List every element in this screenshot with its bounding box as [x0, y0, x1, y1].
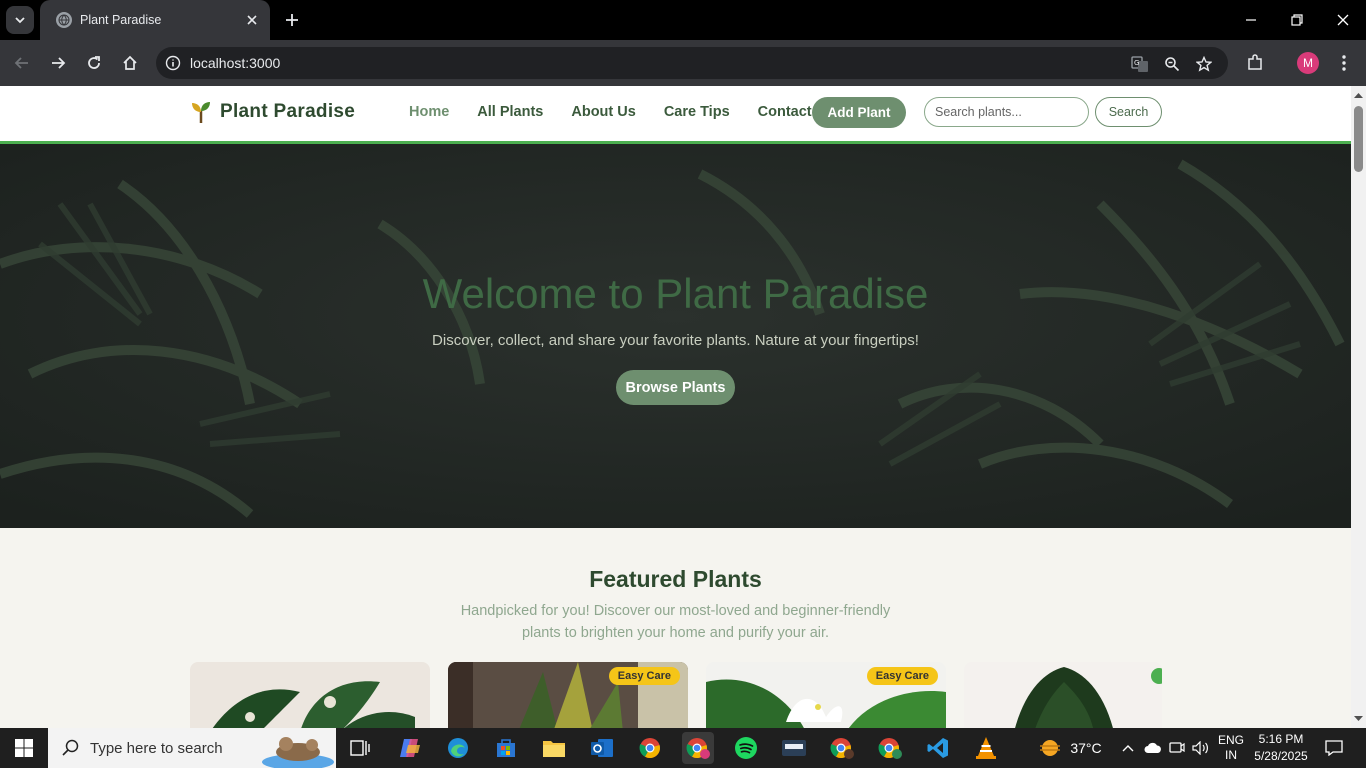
add-plant-button[interactable]: Add Plant — [812, 97, 906, 128]
volume-icon[interactable] — [1190, 728, 1212, 768]
close-tab-icon[interactable] — [244, 12, 260, 28]
spotify-icon[interactable] — [730, 732, 762, 764]
taskbar-search-placeholder: Type here to search — [90, 739, 223, 757]
search-icon — [62, 739, 79, 756]
plant-card[interactable] — [964, 662, 1162, 728]
nav-home[interactable]: Home — [409, 104, 449, 120]
onedrive-cloud-icon[interactable] — [1142, 728, 1164, 768]
bookmark-star-icon[interactable] — [1193, 53, 1215, 75]
hero-section: Welcome to Plant Paradise Discover, coll… — [0, 144, 1351, 528]
browser-toolbar: localhost:3000 G — [0, 40, 1366, 86]
brand-name: Plant Paradise — [220, 101, 356, 122]
search-input[interactable] — [924, 97, 1089, 127]
site-info-icon[interactable] — [156, 55, 190, 71]
sprout-icon — [192, 102, 210, 123]
outlook-icon[interactable] — [586, 732, 618, 764]
search-button[interactable]: Search — [1095, 97, 1162, 127]
page-viewport: Plant Paradise Home All Plants About Us … — [0, 86, 1351, 728]
tab-search-dropdown-icon[interactable] — [6, 6, 34, 34]
easy-care-badge: Easy Care — [866, 667, 938, 685]
back-icon[interactable] — [8, 49, 36, 77]
minimize-icon[interactable] — [1228, 0, 1274, 40]
plant-card[interactable]: Easy Care — [706, 662, 946, 728]
input-language[interactable]: ENG IN — [1214, 728, 1248, 768]
weather-temp: 37°C — [1070, 740, 1102, 756]
plant-image — [1015, 667, 1162, 728]
weather-widget[interactable]: 37°C — [1034, 728, 1106, 768]
meet-now-icon[interactable] — [1166, 728, 1188, 768]
nav-all-plants[interactable]: All Plants — [477, 104, 543, 120]
edge-icon[interactable] — [442, 732, 474, 764]
forward-icon[interactable] — [44, 49, 72, 77]
chrome-profile-green-icon[interactable] — [874, 732, 906, 764]
main-nav: Home All Plants About Us Care Tips Conta… — [409, 104, 840, 120]
close-window-icon[interactable] — [1320, 0, 1366, 40]
windows-start-icon[interactable] — [0, 728, 48, 768]
extensions-icon[interactable] — [1243, 51, 1267, 75]
clock-time: 5:16 PM — [1258, 732, 1304, 746]
weather-sun-haze-icon — [1040, 740, 1061, 756]
scroll-up-icon[interactable] — [1354, 91, 1363, 100]
home-icon[interactable] — [116, 49, 144, 77]
reload-icon[interactable] — [80, 49, 108, 77]
plant-card[interactable] — [190, 662, 430, 728]
browser-tab[interactable]: Plant Paradise — [40, 0, 270, 40]
hero-title: Welcome to Plant Paradise — [422, 270, 929, 317]
featured-subtitle: Handpicked for you! Discover our most-lo… — [460, 603, 891, 641]
taskbar-clock[interactable]: 5:16 PM 5/28/2025 — [1250, 731, 1312, 765]
copilot-icon[interactable] — [394, 732, 426, 764]
vscode-icon[interactable] — [922, 732, 954, 764]
browse-plants-button[interactable]: Browse Plants — [616, 370, 735, 405]
clock-date: 5/28/2025 — [1254, 749, 1308, 763]
restore-icon[interactable] — [1274, 0, 1320, 40]
page-scrollbar[interactable] — [1351, 86, 1366, 728]
taskbar-search-box[interactable]: Type here to search — [48, 728, 336, 768]
nav-contact[interactable]: Contact — [758, 104, 812, 120]
chrome-profile-icon[interactable] — [826, 732, 858, 764]
site-logo[interactable]: Plant Paradise — [190, 100, 355, 124]
translate-icon[interactable]: G — [1129, 53, 1151, 75]
tab-title: Plant Paradise — [80, 13, 162, 27]
plant-image — [212, 681, 415, 728]
language-code: ENG — [1217, 733, 1244, 747]
nav-about-us[interactable]: About Us — [571, 104, 635, 120]
easy-care-badge: Easy Care — [608, 667, 680, 685]
show-hidden-icons-chevron-icon[interactable] — [1118, 728, 1138, 768]
scroll-down-icon[interactable] — [1354, 714, 1363, 723]
zoom-icon[interactable] — [1161, 53, 1183, 75]
chrome-profile-active-icon[interactable] — [682, 732, 714, 764]
url-text[interactable]: localhost:3000 — [190, 55, 280, 71]
plant-card[interactable]: Easy Care — [448, 662, 688, 728]
hero-subtitle: Discover, collect, and share your favori… — [432, 332, 919, 349]
site-header: Plant Paradise Home All Plants About Us … — [0, 86, 1351, 144]
new-tab-icon[interactable] — [280, 8, 304, 32]
search-highlight-illustration-icon — [262, 737, 334, 768]
profile-avatar[interactable]: M — [1297, 52, 1319, 74]
svg-text:G: G — [1134, 59, 1139, 67]
scrollbar-thumb[interactable] — [1354, 106, 1363, 172]
address-bar[interactable]: localhost:3000 G — [156, 47, 1228, 79]
file-explorer-icon[interactable] — [538, 732, 570, 764]
microsoft-store-icon[interactable] — [490, 732, 522, 764]
task-view-icon[interactable] — [344, 732, 376, 764]
tab-bar: Plant Paradise — [0, 0, 1366, 40]
chrome-icon[interactable] — [634, 732, 666, 764]
globe-icon — [56, 12, 72, 28]
notifications-icon[interactable] — [1318, 728, 1350, 768]
windows-taskbar: Type here to search 37°C ENG IN 5:16 PM … — [0, 728, 1366, 768]
featured-title: Featured Plants — [589, 566, 762, 592]
region-code: IN — [1225, 748, 1237, 762]
nav-care-tips[interactable]: Care Tips — [664, 104, 730, 120]
menu-kebab-icon[interactable] — [1332, 51, 1356, 75]
mysql-workbench-icon[interactable] — [778, 732, 810, 764]
vlc-icon[interactable] — [970, 732, 1002, 764]
